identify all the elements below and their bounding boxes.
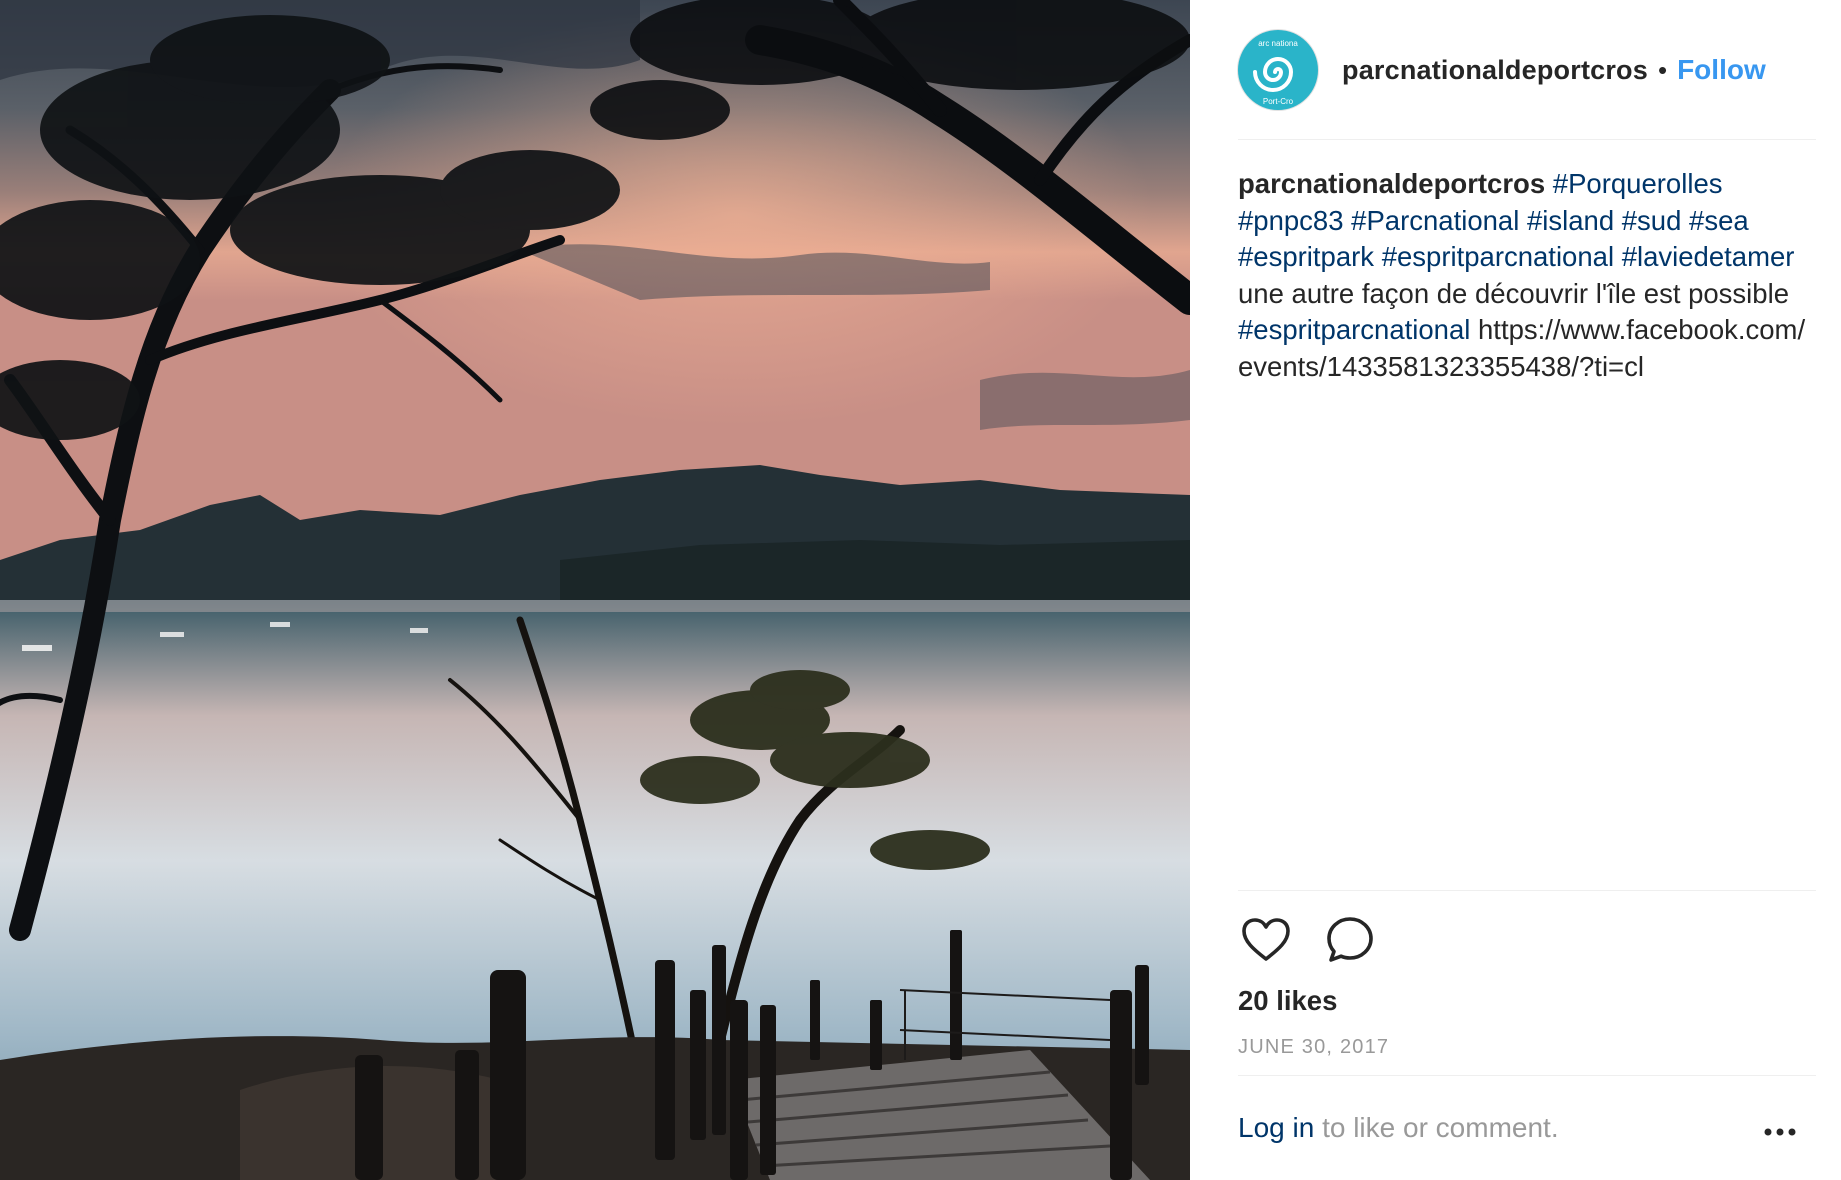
post-photo[interactable] bbox=[0, 0, 1190, 1180]
avatar-text-bottom: Port-Cro bbox=[1263, 97, 1294, 106]
hashtag-link[interactable]: #laviedetamer bbox=[1622, 241, 1795, 272]
hashtag-link[interactable]: #espritparcnational bbox=[1238, 314, 1470, 345]
hashtag-link[interactable]: #island bbox=[1527, 205, 1614, 236]
spiral-logo-icon: arc nationa Port-Cro bbox=[1253, 39, 1298, 106]
username-link[interactable]: parcnationaldeportcros bbox=[1342, 55, 1648, 86]
post-footer: Log in to like or comment. bbox=[1238, 1112, 1816, 1144]
post-side-panel: arc nationa Port-Cro parcnationaldeportc… bbox=[1238, 0, 1816, 1180]
like-button[interactable] bbox=[1238, 912, 1294, 968]
avatar[interactable]: arc nationa Port-Cro bbox=[1238, 30, 1318, 110]
caption-text: une autre façon de découvrir l'île est p… bbox=[1238, 277, 1789, 309]
landscape-photo-image bbox=[0, 0, 1190, 1180]
more-options-icon[interactable] bbox=[1762, 1122, 1798, 1142]
login-prompt-text: to like or comment. bbox=[1322, 1112, 1559, 1143]
actions-divider bbox=[1238, 890, 1816, 891]
post-actions bbox=[1238, 910, 1378, 970]
hashtag-link[interactable]: #pnpc83 bbox=[1238, 205, 1344, 236]
post-date: JUNE 30, 2017 bbox=[1238, 1036, 1390, 1058]
comment-bubble-icon bbox=[1327, 917, 1373, 962]
hashtag-link[interactable]: #Parcnational bbox=[1351, 205, 1519, 236]
comment-button[interactable] bbox=[1322, 912, 1378, 968]
hashtag-link[interactable]: #espritparcnational bbox=[1382, 241, 1614, 272]
heart-icon bbox=[1242, 918, 1290, 961]
hashtag-link[interactable]: #Porquerolles bbox=[1553, 168, 1723, 199]
likes-count[interactable]: 20 likes bbox=[1238, 985, 1337, 1017]
header-divider bbox=[1238, 139, 1816, 140]
footer-divider bbox=[1238, 1075, 1816, 1076]
follow-button[interactable]: Follow bbox=[1677, 54, 1766, 86]
hashtag-link[interactable]: #sud bbox=[1622, 205, 1682, 236]
hashtag-link[interactable]: #espritpark bbox=[1238, 241, 1374, 272]
caption-username[interactable]: parcnationaldeportcros bbox=[1238, 168, 1545, 199]
login-link[interactable]: Log in bbox=[1238, 1112, 1314, 1143]
post-caption: parcnationaldeportcros #Porquerolles #pn… bbox=[1238, 166, 1808, 385]
hashtag-link[interactable]: #sea bbox=[1689, 205, 1749, 236]
separator-dot: • bbox=[1657, 54, 1668, 85]
instagram-post: arc nationa Port-Cro parcnationaldeportc… bbox=[0, 0, 1841, 1180]
post-header: arc nationa Port-Cro parcnationaldeportc… bbox=[1238, 24, 1816, 116]
avatar-text-top: arc nationa bbox=[1258, 39, 1298, 48]
